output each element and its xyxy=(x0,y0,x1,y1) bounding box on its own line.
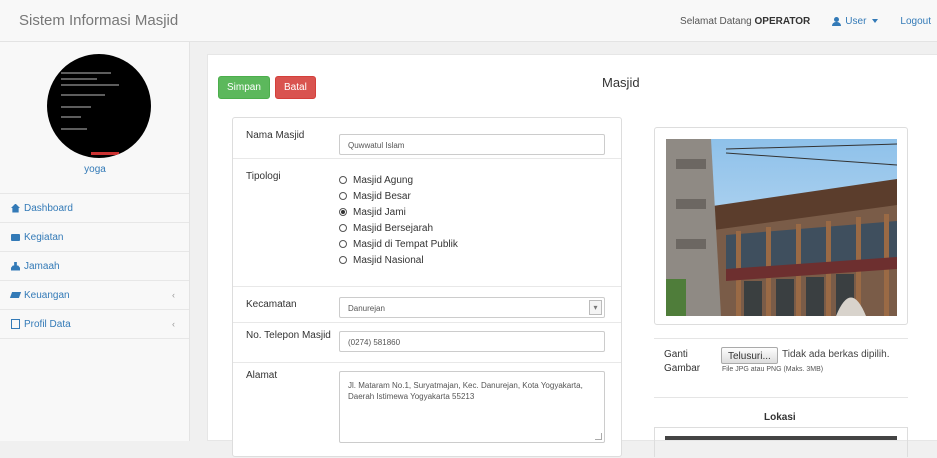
logout-link[interactable]: Logout xyxy=(900,16,931,27)
sidebar-item-label: Jamaah xyxy=(24,260,60,272)
top-right-menu: Selamat Datang OPERATOR User Logout xyxy=(680,0,937,42)
alamat-label: Alamat xyxy=(246,370,278,381)
sidebar-item-label: Dashboard xyxy=(24,202,73,214)
map-panel xyxy=(654,427,908,457)
radio-masjid-tempat-publik[interactable]: Masjid di Tempat Publik xyxy=(339,236,458,252)
radio-circle-selected[interactable] xyxy=(339,208,347,216)
masjid-image-panel xyxy=(654,127,908,325)
sidebar-item-label: Profil Data xyxy=(24,318,71,330)
sidebar-username[interactable]: yoga xyxy=(0,164,190,175)
radio-label: Masjid Besar xyxy=(353,190,411,202)
telepon-input[interactable]: (0274) 581860 xyxy=(339,331,605,352)
resize-grip-icon[interactable] xyxy=(595,433,602,440)
main-content: Simpan Batal Masjid Nama Masjid Quwwatul… xyxy=(207,54,937,457)
kecamatan-label: Kecamatan xyxy=(246,299,297,310)
sidebar-item-label: Keuangan xyxy=(24,289,70,301)
lokasi-title: Lokasi xyxy=(764,412,796,423)
file-hint: File JPG atau PNG (Maks. 3MB) xyxy=(722,366,824,373)
form-row-nama: Nama Masjid Quwwatul Islam xyxy=(233,118,621,158)
radio-label: Masjid Jami xyxy=(353,206,406,218)
sidebar-item-label: Kegiatan xyxy=(24,231,64,243)
form-row-alamat: Alamat Jl. Mataram No.1, Suryatmajan, Ke… xyxy=(233,362,621,458)
radio-masjid-bersejarah[interactable]: Masjid Bersejarah xyxy=(339,220,458,236)
radio-masjid-jami[interactable]: Masjid Jami xyxy=(339,204,458,220)
sidebar-nav: Dashboard Kegiatan Jamaah Keuangan ‹ Pro… xyxy=(0,193,189,339)
radio-circle[interactable] xyxy=(339,256,347,264)
masjid-photo-svg xyxy=(666,139,897,316)
kecamatan-select[interactable]: Danurejan ▾ xyxy=(339,297,605,318)
alamat-value: Jl. Mataram No.1, Suryatmajan, Kec. Danu… xyxy=(348,381,583,401)
chevron-left-icon: ‹ xyxy=(172,290,175,300)
page-title: Masjid xyxy=(602,75,640,90)
user-dropdown-label: User xyxy=(845,15,867,27)
nama-label: Nama Masjid xyxy=(246,130,305,141)
telepon-label: No. Telepon Masjid xyxy=(246,330,331,341)
radio-masjid-nasional[interactable]: Masjid Nasional xyxy=(339,252,458,268)
radio-masjid-besar[interactable]: Masjid Besar xyxy=(339,188,458,204)
radio-label: Masjid Nasional xyxy=(353,254,424,266)
welcome-text: Selamat Datang OPERATOR xyxy=(680,16,810,27)
form-row-tipologi: Tipologi Masjid Agung Masjid Besar Masji… xyxy=(233,158,621,287)
no-file-text: Tidak ada berkas dipilih. xyxy=(782,349,890,360)
nama-masjid-input[interactable]: Quwwatul Islam xyxy=(339,134,605,155)
users-icon xyxy=(11,261,20,271)
form-row-telepon: No. Telepon Masjid (0274) 581860 xyxy=(233,322,621,363)
caret-down-icon xyxy=(872,19,879,23)
calendar-icon xyxy=(11,233,20,241)
sidebar: yoga Dashboard Kegiatan Jamaah Keuangan … xyxy=(0,42,190,441)
divider xyxy=(654,338,908,339)
sidebar-item-profil-data[interactable]: Profil Data ‹ xyxy=(0,309,189,339)
welcome-prefix: Selamat Datang xyxy=(680,15,752,27)
radio-circle[interactable] xyxy=(339,224,347,232)
home-icon xyxy=(11,203,20,213)
masjid-photo xyxy=(666,139,897,316)
divider xyxy=(654,397,908,398)
radio-circle[interactable] xyxy=(339,240,347,248)
radio-circle[interactable] xyxy=(339,176,347,184)
kecamatan-value: Danurejan xyxy=(348,304,385,313)
tipologi-radio-group: Masjid Agung Masjid Besar Masjid Jami Ma… xyxy=(339,172,458,268)
sidebar-item-kegiatan[interactable]: Kegiatan xyxy=(0,222,189,251)
document-icon xyxy=(11,319,20,329)
user-icon xyxy=(832,16,842,26)
sidebar-item-jamaah[interactable]: Jamaah xyxy=(0,251,189,280)
tipologi-label: Tipologi xyxy=(246,171,281,182)
radio-label: Masjid di Tempat Publik xyxy=(353,238,458,250)
radio-label: Masjid Agung xyxy=(353,174,414,186)
sidebar-item-dashboard[interactable]: Dashboard xyxy=(0,193,189,222)
welcome-role: OPERATOR xyxy=(754,15,811,27)
money-icon xyxy=(9,292,22,298)
top-navbar: Sistem Informasi Masjid Selamat Datang O… xyxy=(0,0,937,42)
chevron-down-icon[interactable]: ▾ xyxy=(589,300,602,315)
ganti-gambar-label: Ganti Gambar xyxy=(664,349,701,374)
user-dropdown[interactable]: User xyxy=(832,15,879,27)
alamat-textarea[interactable]: Jl. Mataram No.1, Suryatmajan, Kec. Danu… xyxy=(339,371,605,443)
save-button[interactable]: Simpan xyxy=(218,76,270,99)
radio-label: Masjid Bersejarah xyxy=(353,222,434,234)
sidebar-item-keuangan[interactable]: Keuangan ‹ xyxy=(0,280,189,309)
masjid-form: Nama Masjid Quwwatul Islam Tipologi Masj… xyxy=(232,117,622,457)
chevron-left-icon: ‹ xyxy=(172,319,175,329)
radio-circle[interactable] xyxy=(339,192,347,200)
cancel-button[interactable]: Batal xyxy=(275,76,316,99)
browse-button[interactable]: Telusuri... xyxy=(721,347,778,364)
radio-masjid-agung[interactable]: Masjid Agung xyxy=(339,172,458,188)
map-area[interactable] xyxy=(665,436,897,440)
avatar xyxy=(47,54,151,158)
form-row-kecamatan: Kecamatan Danurejan ▾ xyxy=(233,286,621,323)
app-brand[interactable]: Sistem Informasi Masjid xyxy=(19,12,178,29)
